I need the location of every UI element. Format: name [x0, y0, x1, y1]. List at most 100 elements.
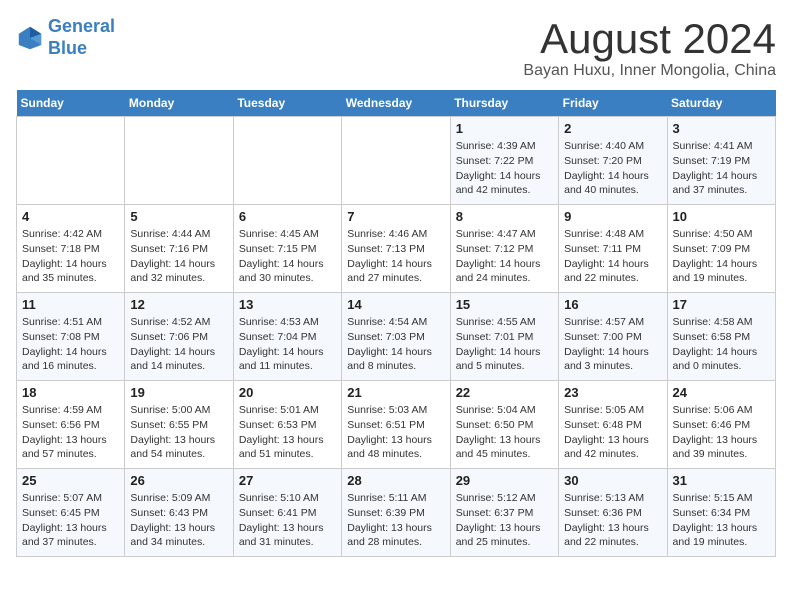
weekday-header-tuesday: Tuesday — [233, 90, 341, 117]
day-info: Sunrise: 5:01 AM Sunset: 6:53 PM Dayligh… — [239, 403, 336, 462]
day-number: 18 — [22, 385, 119, 400]
day-info: Sunrise: 5:13 AM Sunset: 6:36 PM Dayligh… — [564, 491, 661, 550]
calendar-cell: 13 Sunrise: 4:53 AM Sunset: 7:04 PM Dayli… — [233, 293, 341, 381]
calendar-cell — [17, 117, 125, 205]
day-number: 10 — [673, 209, 770, 224]
calendar-week-2: 4 Sunrise: 4:42 AM Sunset: 7:18 PM Daylig… — [17, 205, 776, 293]
day-number: 27 — [239, 473, 336, 488]
weekday-header-monday: Monday — [125, 90, 233, 117]
day-number: 21 — [347, 385, 444, 400]
day-number: 19 — [130, 385, 227, 400]
calendar-cell: 20Sunrise: 5:01 AM Sunset: 6:53 PM Dayli… — [233, 381, 341, 469]
day-info: Sunrise: 4:53 AM Sunset: 7:04 PM Dayligh… — [239, 315, 336, 374]
calendar-cell: 10 Sunrise: 4:50 AM Sunset: 7:09 PM Dayli… — [667, 205, 775, 293]
day-number: 6 — [239, 209, 336, 224]
calendar-cell: 24Sunrise: 5:06 AM Sunset: 6:46 PM Dayli… — [667, 381, 775, 469]
calendar-cell: 2 Sunrise: 4:40 AM Sunset: 7:20 PM Daylig… — [559, 117, 667, 205]
calendar-cell: 23 Sunrise: 5:05 AM Sunset: 6:48 PM Dayli… — [559, 381, 667, 469]
calendar-cell — [125, 117, 233, 205]
weekday-header-sunday: Sunday — [17, 90, 125, 117]
day-number: 31 — [673, 473, 770, 488]
logo-line2: Blue — [48, 38, 87, 58]
calendar-cell: 1Sunrise: 4:39 AM Sunset: 7:22 PM Daylig… — [450, 117, 558, 205]
weekday-header-wednesday: Wednesday — [342, 90, 450, 117]
logo: General Blue — [16, 16, 115, 59]
day-info: Sunrise: 4:41 AM Sunset: 7:19 PM Dayligh… — [673, 139, 770, 198]
day-number: 4 — [22, 209, 119, 224]
weekday-header-friday: Friday — [559, 90, 667, 117]
day-info: Sunrise: 4:44 AM Sunset: 7:16 PM Dayligh… — [130, 227, 227, 286]
weekday-header-thursday: Thursday — [450, 90, 558, 117]
calendar-cell: 19Sunrise: 5:00 AM Sunset: 6:55 PM Dayli… — [125, 381, 233, 469]
day-info: Sunrise: 5:05 AM Sunset: 6:48 PM Dayligh… — [564, 403, 661, 462]
day-number: 3 — [673, 121, 770, 136]
calendar-cell: 26Sunrise: 5:09 AM Sunset: 6:43 PM Dayli… — [125, 469, 233, 557]
day-info: Sunrise: 4:48 AM Sunset: 7:11 PM Dayligh… — [564, 227, 661, 286]
day-number: 26 — [130, 473, 227, 488]
calendar-cell: 11 Sunrise: 4:51 AM Sunset: 7:08 PM Dayli… — [17, 293, 125, 381]
day-info: Sunrise: 5:15 AM Sunset: 6:34 PM Dayligh… — [673, 491, 770, 550]
day-info: Sunrise: 5:11 AM Sunset: 6:39 PM Dayligh… — [347, 491, 444, 550]
day-number: 14 — [347, 297, 444, 312]
day-info: Sunrise: 4:57 AM Sunset: 7:00 PM Dayligh… — [564, 315, 661, 374]
day-number: 15 — [456, 297, 553, 312]
day-info: Sunrise: 4:55 AM Sunset: 7:01 PM Dayligh… — [456, 315, 553, 374]
day-number: 28 — [347, 473, 444, 488]
day-number: 29 — [456, 473, 553, 488]
day-number: 12 — [130, 297, 227, 312]
calendar-cell: 25Sunrise: 5:07 AM Sunset: 6:45 PM Dayli… — [17, 469, 125, 557]
calendar-cell: 18Sunrise: 4:59 AM Sunset: 6:56 PM Dayli… — [17, 381, 125, 469]
day-info: Sunrise: 4:42 AM Sunset: 7:18 PM Dayligh… — [22, 227, 119, 286]
day-number: 25 — [22, 473, 119, 488]
calendar-cell: 5 Sunrise: 4:44 AM Sunset: 7:16 PM Daylig… — [125, 205, 233, 293]
day-number: 1 — [456, 121, 553, 136]
calendar-cell: 17Sunrise: 4:58 AM Sunset: 6:58 PM Dayli… — [667, 293, 775, 381]
calendar-cell: 29 Sunrise: 5:12 AM Sunset: 6:37 PM Dayli… — [450, 469, 558, 557]
calendar-cell: 15 Sunrise: 4:55 AM Sunset: 7:01 PM Dayli… — [450, 293, 558, 381]
day-info: Sunrise: 4:47 AM Sunset: 7:12 PM Dayligh… — [456, 227, 553, 286]
day-info: Sunrise: 4:45 AM Sunset: 7:15 PM Dayligh… — [239, 227, 336, 286]
day-info: Sunrise: 5:10 AM Sunset: 6:41 PM Dayligh… — [239, 491, 336, 550]
day-info: Sunrise: 5:04 AM Sunset: 6:50 PM Dayligh… — [456, 403, 553, 462]
day-number: 17 — [673, 297, 770, 312]
day-info: Sunrise: 4:54 AM Sunset: 7:03 PM Dayligh… — [347, 315, 444, 374]
day-number: 9 — [564, 209, 661, 224]
calendar-cell: 14 Sunrise: 4:54 AM Sunset: 7:03 PM Dayli… — [342, 293, 450, 381]
logo-text: General Blue — [48, 16, 115, 59]
day-number: 16 — [564, 297, 661, 312]
day-number: 30 — [564, 473, 661, 488]
day-number: 13 — [239, 297, 336, 312]
calendar-cell — [342, 117, 450, 205]
day-info: Sunrise: 5:12 AM Sunset: 6:37 PM Dayligh… — [456, 491, 553, 550]
day-number: 5 — [130, 209, 227, 224]
logo-icon — [16, 24, 44, 52]
calendar-cell: 28 Sunrise: 5:11 AM Sunset: 6:39 PM Dayli… — [342, 469, 450, 557]
day-number: 24 — [673, 385, 770, 400]
day-info: Sunrise: 5:03 AM Sunset: 6:51 PM Dayligh… — [347, 403, 444, 462]
day-info: Sunrise: 4:40 AM Sunset: 7:20 PM Dayligh… — [564, 139, 661, 198]
day-number: 22 — [456, 385, 553, 400]
calendar-cell: 22 Sunrise: 5:04 AM Sunset: 6:50 PM Dayli… — [450, 381, 558, 469]
location-title: Bayan Huxu, Inner Mongolia, China — [523, 62, 776, 80]
calendar-cell: 6 Sunrise: 4:45 AM Sunset: 7:15 PM Daylig… — [233, 205, 341, 293]
calendar-week-1: 1Sunrise: 4:39 AM Sunset: 7:22 PM Daylig… — [17, 117, 776, 205]
day-number: 7 — [347, 209, 444, 224]
calendar-cell: 3 Sunrise: 4:41 AM Sunset: 7:19 PM Daylig… — [667, 117, 775, 205]
title-block: August 2024 Bayan Huxu, Inner Mongolia, … — [523, 16, 776, 80]
day-number: 11 — [22, 297, 119, 312]
logo-line1: General — [48, 16, 115, 36]
calendar-cell: 12Sunrise: 4:52 AM Sunset: 7:06 PM Dayli… — [125, 293, 233, 381]
calendar-week-4: 18Sunrise: 4:59 AM Sunset: 6:56 PM Dayli… — [17, 381, 776, 469]
day-number: 2 — [564, 121, 661, 136]
day-info: Sunrise: 4:46 AM Sunset: 7:13 PM Dayligh… — [347, 227, 444, 286]
page-header: General Blue August 2024 Bayan Huxu, Inn… — [16, 16, 776, 80]
calendar-cell: 4 Sunrise: 4:42 AM Sunset: 7:18 PM Daylig… — [17, 205, 125, 293]
day-info: Sunrise: 4:51 AM Sunset: 7:08 PM Dayligh… — [22, 315, 119, 374]
day-info: Sunrise: 4:50 AM Sunset: 7:09 PM Dayligh… — [673, 227, 770, 286]
calendar-cell: 8Sunrise: 4:47 AM Sunset: 7:12 PM Daylig… — [450, 205, 558, 293]
calendar-cell: 9 Sunrise: 4:48 AM Sunset: 7:11 PM Daylig… — [559, 205, 667, 293]
calendar-cell — [233, 117, 341, 205]
weekday-header-saturday: Saturday — [667, 90, 775, 117]
calendar-cell: 27 Sunrise: 5:10 AM Sunset: 6:41 PM Dayli… — [233, 469, 341, 557]
day-number: 23 — [564, 385, 661, 400]
